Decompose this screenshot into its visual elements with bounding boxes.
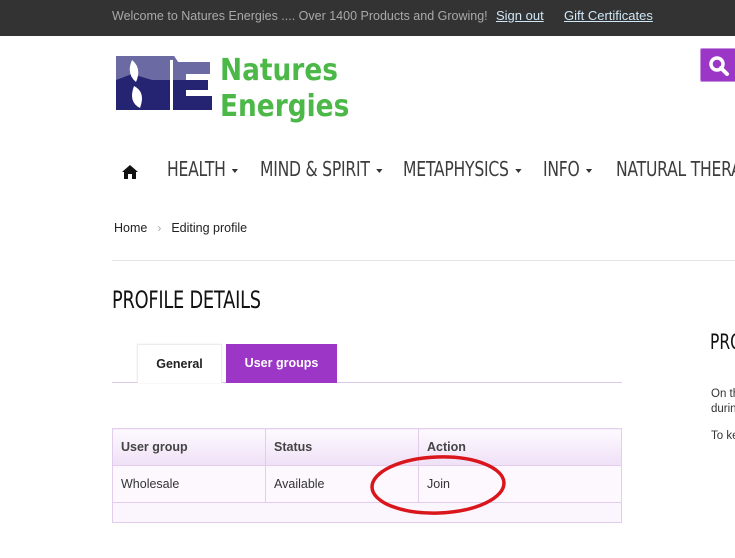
page-title: PROFILE DETAILS <box>112 286 261 314</box>
user-groups-table: User group Status Action Wholesale Avail… <box>112 428 622 523</box>
nav-item-health[interactable]: HEALTH <box>167 157 239 181</box>
sign-out-link[interactable]: Sign out <box>496 8 544 23</box>
nav-item-info[interactable]: INFO <box>543 157 593 181</box>
site-logo[interactable]: Natures Energies <box>112 46 364 126</box>
empty-cell <box>112 502 622 523</box>
welcome-message: Welcome to Natures Energies .... Over 14… <box>112 9 488 23</box>
search-icon <box>709 56 729 76</box>
divider <box>112 260 735 261</box>
user-group-cell: Wholesale <box>112 465 266 503</box>
logo-graphic: Natures Energies <box>116 52 349 123</box>
sidebar-text-line: To ke <box>711 430 735 442</box>
column-header-status: Status <box>265 428 419 466</box>
column-header-user-group: User group <box>112 428 266 466</box>
breadcrumb-current: Editing profile <box>171 221 248 235</box>
chevron-down-icon <box>585 168 593 173</box>
breadcrumb-home[interactable]: Home <box>114 221 147 235</box>
home-icon[interactable] <box>121 164 139 180</box>
nav-item-natural-therapies[interactable]: NATURAL THERAP <box>616 157 735 181</box>
tab-general[interactable]: General <box>137 344 222 383</box>
table-header-row: User group Status Action <box>112 428 622 466</box>
nav-item-mind-spirit[interactable]: MIND & SPIRIT <box>260 157 383 181</box>
breadcrumb: Home › Editing profile <box>114 221 247 235</box>
search-button[interactable] <box>700 48 735 82</box>
logo-text-energies: Energies <box>220 88 349 123</box>
column-header-action: Action <box>418 428 622 466</box>
breadcrumb-separator-icon: › <box>157 221 162 235</box>
sidebar-text-line: On th <box>711 388 735 400</box>
chevron-down-icon <box>375 168 383 173</box>
sidebar-title: PRO <box>710 330 735 354</box>
nav-item-metaphysics[interactable]: METAPHYSICS <box>403 157 522 181</box>
table-row: Wholesale Available Join <box>112 465 622 503</box>
gift-certificates-link[interactable]: Gift Certificates <box>564 8 653 23</box>
logo-text-natures: Natures <box>220 52 338 87</box>
status-cell: Available <box>265 465 419 503</box>
sidebar-text-line: durin <box>711 403 735 415</box>
top-bar: Welcome to Natures Energies .... Over 14… <box>0 0 735 36</box>
chevron-down-icon <box>514 168 522 173</box>
table-footer-row <box>112 502 622 523</box>
tab-user-groups[interactable]: User groups <box>226 344 337 383</box>
chevron-down-icon <box>231 168 239 173</box>
join-link[interactable]: Join <box>418 465 622 503</box>
